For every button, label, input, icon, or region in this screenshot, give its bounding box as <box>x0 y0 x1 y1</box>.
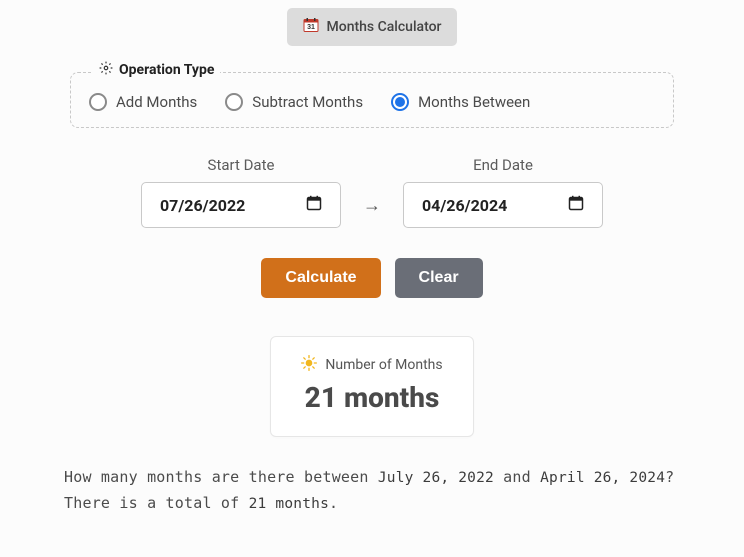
sun-icon <box>301 355 317 375</box>
end-date-label: End Date <box>473 156 533 174</box>
result-card: Number of Months 21 months <box>270 336 473 437</box>
calendar-picker-icon[interactable] <box>568 195 584 215</box>
radio-row: Add Months Subtract Months Months Betwee… <box>89 93 655 111</box>
radio-label: Subtract Months <box>252 93 363 111</box>
gear-icon <box>99 61 113 79</box>
arrow-icon: → <box>363 195 381 228</box>
operation-legend-text: Operation Type <box>119 62 214 78</box>
start-date-group: Start Date 07/26/2022 <box>141 156 341 228</box>
calendar-picker-icon[interactable] <box>306 195 322 215</box>
start-date-input[interactable]: 07/26/2022 <box>141 182 341 228</box>
desc-part: . <box>329 494 338 512</box>
svg-text:31: 31 <box>307 24 315 31</box>
radio-subtract-months[interactable]: Subtract Months <box>225 93 363 111</box>
end-date-value: 04/26/2024 <box>422 196 507 215</box>
end-date-input[interactable]: 04/26/2024 <box>403 182 603 228</box>
radio-months-between[interactable]: Months Between <box>391 93 530 111</box>
desc-part: How many months are there between <box>64 468 378 486</box>
calculate-button[interactable]: Calculate <box>261 258 380 298</box>
desc-count: 21 months <box>249 496 329 512</box>
button-row: Calculate Clear <box>60 258 684 298</box>
radio-label: Add Months <box>116 93 197 111</box>
result-label-row: Number of Months <box>301 355 442 375</box>
desc-date2: April 26, 2024 <box>540 470 665 486</box>
desc-date1: July 26, 2022 <box>378 470 494 486</box>
radio-circle <box>225 93 243 111</box>
clear-button[interactable]: Clear <box>395 258 483 298</box>
title-row: 31 Months Calculator <box>60 8 684 46</box>
calendar-icon: 31 <box>303 17 319 37</box>
radio-label: Months Between <box>418 93 530 111</box>
result-description: How many months are there between July 2… <box>60 465 684 516</box>
end-date-group: End Date 04/26/2024 <box>403 156 603 228</box>
desc-part: and <box>494 468 540 486</box>
radio-circle-selected <box>391 93 409 111</box>
radio-add-months[interactable]: Add Months <box>89 93 197 111</box>
start-date-label: Start Date <box>208 156 275 174</box>
title-text: Months Calculator <box>327 19 442 35</box>
result-label-text: Number of Months <box>325 357 442 373</box>
radio-circle <box>89 93 107 111</box>
operation-legend: Operation Type <box>93 61 220 79</box>
title-badge: 31 Months Calculator <box>287 8 458 46</box>
operation-type-group: Operation Type Add Months Subtract Month… <box>70 72 674 128</box>
start-date-value: 07/26/2022 <box>160 196 245 215</box>
dates-row: Start Date 07/26/2022 → End Date 04/26/2… <box>60 156 684 228</box>
result-value: 21 months <box>301 381 442 414</box>
